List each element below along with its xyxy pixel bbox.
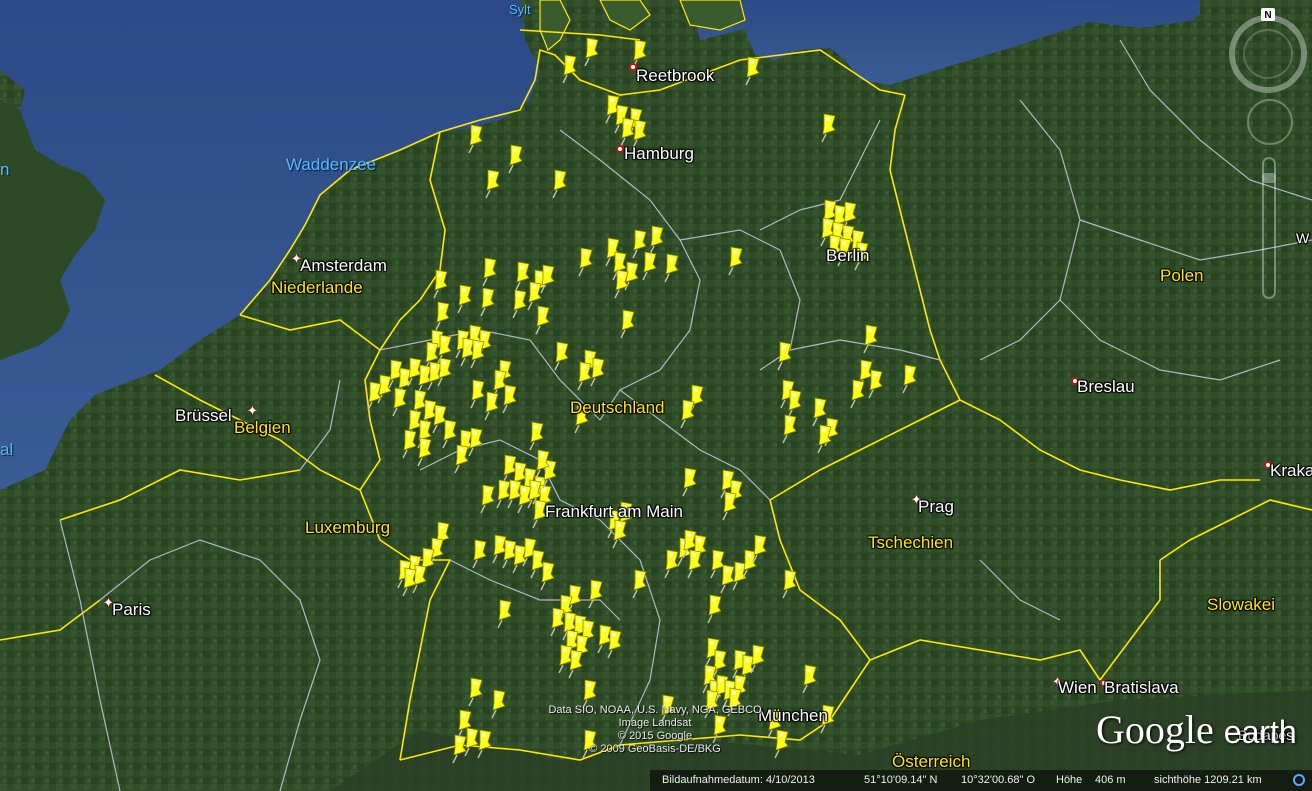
country-label-belgien: Belgien <box>234 418 291 437</box>
streaming-indicator-icon <box>1293 774 1305 786</box>
wien-label: Wien <box>1058 678 1097 697</box>
country-label-polen: Polen <box>1160 266 1204 285</box>
country-label-tschechien: Tschechien <box>868 533 954 552</box>
north-letter: N <box>1264 10 1271 21</box>
attribution-line-2: Image Landsat <box>618 717 692 729</box>
prag-label: Prag <box>918 497 954 516</box>
breslau-label: Breslau <box>1077 377 1135 396</box>
berlin-label: Berlin <box>826 246 870 265</box>
edge-label-left-bottom: al <box>0 440 14 459</box>
attribution-block: Data SIO, NOAA, U.S. Navy, NGA, GEBCO Im… <box>520 704 790 756</box>
waddenzee-label: Waddenzee <box>286 155 377 174</box>
country-label-oesterreich: Österreich <box>892 752 971 771</box>
hamburg-dot-icon <box>616 145 624 153</box>
imagery-date: Bildaufnahmedatum: 4/10/2013 <box>662 774 815 786</box>
compass-ring-icon[interactable] <box>1229 15 1307 93</box>
elevation-value: 406 m <box>1095 774 1126 786</box>
hamburg-label: Hamburg <box>624 144 694 163</box>
longitude-readout: 10°32'00.68" O <box>961 774 1036 786</box>
navigation-controls: N <box>1228 8 1310 308</box>
google-earth-logo: Google earth <box>1096 706 1297 753</box>
edge-label-right-w: W <box>1296 230 1310 246</box>
north-button[interactable]: N <box>1261 8 1275 21</box>
elevation-label: Höhe <box>1056 774 1083 786</box>
look-joystick-icon[interactable] <box>1247 99 1293 145</box>
amsterdam-label: Amsterdam <box>300 256 387 275</box>
latitude-readout: 51°10'09.14" N <box>864 774 938 786</box>
logo-earth-text: earth <box>1223 714 1297 750</box>
bruessel-label: Brüssel <box>175 406 232 425</box>
country-label-niederlande: Niederlande <box>271 278 363 297</box>
attribution-line-1: Data SIO, NOAA, U.S. Navy, NGA, GEBCO <box>548 704 762 716</box>
logo-google-text: Google <box>1096 707 1214 752</box>
country-label-luxemburg: Luxemburg <box>305 518 391 537</box>
attribution-line-4: © 2009 GeoBasis-DE/BKG <box>589 743 721 755</box>
eye-altitude: sichthöhe 1209.21 km <box>1154 774 1262 786</box>
status-bar: Bildaufnahmedatum: 4/10/2013 51°10'09.14… <box>650 770 1312 791</box>
frankfurt-label: Frankfurt am Main <box>545 502 683 521</box>
bratislava-label: Bratislava <box>1104 678 1179 697</box>
paris-label: Paris <box>112 600 151 619</box>
reetbrook-label: Reetbrook <box>636 66 715 85</box>
krakau-label: Kraka <box>1270 461 1312 480</box>
country-label-deutschland: Deutschland <box>570 398 665 417</box>
bruessel-star-icon: ✦ <box>247 403 258 418</box>
edge-label-left-top: n <box>0 160 10 179</box>
sylt-label: Sylt <box>509 2 531 17</box>
zoom-slider[interactable] <box>1262 157 1276 299</box>
country-label-slowakei: Slowakei <box>1207 595 1276 614</box>
attribution-line-3: © 2015 Google <box>617 730 693 742</box>
